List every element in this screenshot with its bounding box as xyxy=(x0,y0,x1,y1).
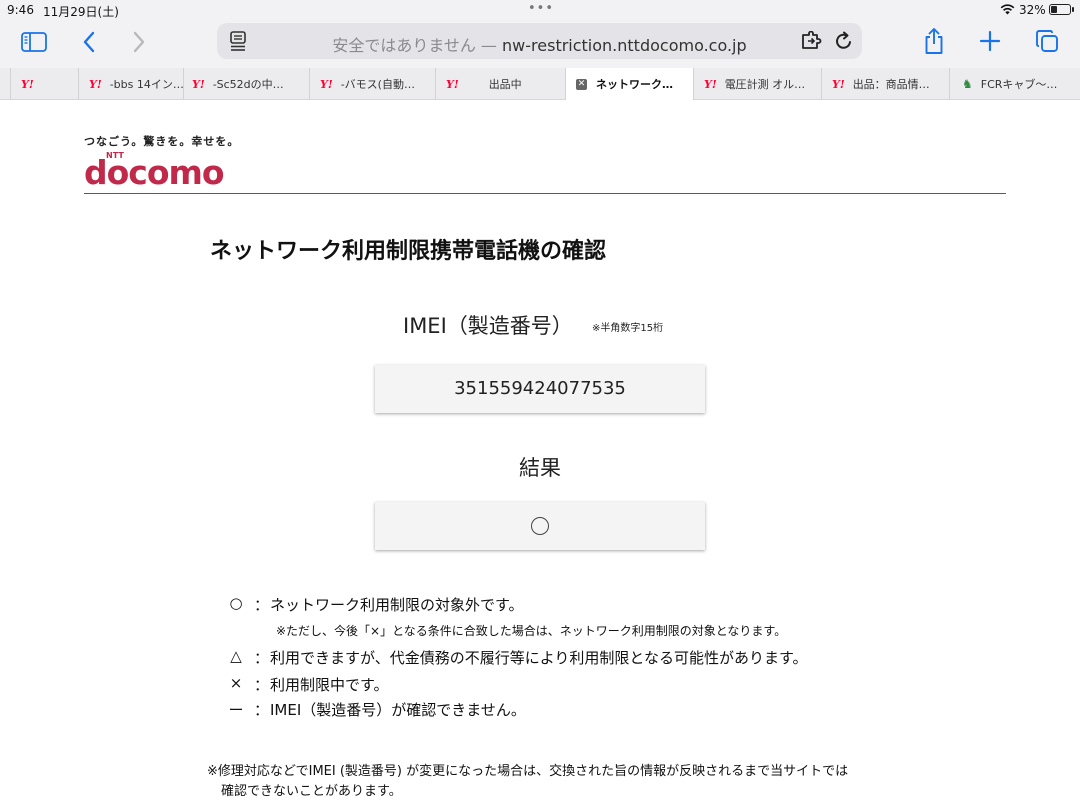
status-bar: 9:46 11月29日(土) ••• 32% xyxy=(0,0,1080,20)
page-content: つなごう。驚きを。幸せを。 NTT docomo ネットワーク利用制限携帯電話機… xyxy=(0,100,1080,810)
battery-nub xyxy=(1072,7,1074,12)
legend-note: ※ただし、今後「×」となる条件に合致した場合は、ネットワーク利用制限の対象となり… xyxy=(276,624,787,638)
tab-item[interactable]: Y! 出品中 xyxy=(435,68,565,100)
circle-result-icon xyxy=(531,517,549,535)
tab-label: FCRキャブ〜… xyxy=(980,78,1058,91)
legend-symbol: ○ xyxy=(229,594,243,612)
yahoo-icon: Y! xyxy=(192,77,205,91)
legend-colon: ： xyxy=(254,676,270,694)
url-domain: nw-restriction.nttdocomo.co.jp xyxy=(502,36,747,55)
result-value-box xyxy=(375,502,705,550)
yahoo-icon: Y! xyxy=(446,77,459,91)
tab-item[interactable]: Y! xyxy=(10,68,78,100)
tab-item[interactable]: Y! -バモス(自動… xyxy=(309,68,435,100)
back-icon[interactable] xyxy=(78,28,100,56)
footnote: ※修理対応などでIMEI (製造番号) が変更になった場合は、交換された旨の情報… xyxy=(207,762,848,802)
logo-text: docomo xyxy=(84,153,224,188)
yahoo-icon: Y! xyxy=(89,77,102,91)
tab-item-active[interactable]: ✕ ネットワーク… xyxy=(565,68,693,100)
extension-icon[interactable] xyxy=(801,30,823,51)
imei-note: ※半角数字15桁 xyxy=(592,323,664,334)
tab-label: -バモス(自動… xyxy=(340,78,415,91)
tab-label: 出品：商品情… xyxy=(852,78,930,91)
legend-text: 利用制限中です。 xyxy=(270,676,389,694)
yahoo-icon: Y! xyxy=(704,77,717,91)
address-bar[interactable]: 安全ではありません — nw-restriction.nttdocomo.co.… xyxy=(217,23,862,59)
legend-symbol: ー xyxy=(228,701,244,719)
result-label: 結果 xyxy=(519,456,561,480)
legend-text: 利用できますが、代金債務の不履行等により利用制限となる可能性があります。 xyxy=(270,649,808,667)
browser-toolbar: 安全ではありません — nw-restriction.nttdocomo.co.… xyxy=(0,20,1080,68)
url-text[interactable]: 安全ではありません — nw-restriction.nttdocomo.co.… xyxy=(217,32,862,56)
yahoo-icon: Y! xyxy=(320,77,333,91)
tab-item[interactable]: Y! 出品：商品情… xyxy=(821,68,949,100)
imei-label: IMEI（製造番号） xyxy=(403,314,573,338)
legend-colon: ： xyxy=(254,701,270,719)
reload-icon[interactable] xyxy=(834,30,854,52)
tab-item[interactable]: Y! -Sc52dの中… xyxy=(183,68,309,100)
status-date: 11月29日(土) xyxy=(43,5,119,19)
tab-overview-icon[interactable] xyxy=(1034,28,1060,54)
tab-label: -Sc52dの中… xyxy=(212,78,284,91)
multitask-dots[interactable]: ••• xyxy=(528,1,554,16)
tab-item[interactable]: ♞ FCRキャブ〜… xyxy=(949,68,1080,100)
footnote-line: ※修理対応などでIMEI (製造番号) が変更になった場合は、交換された旨の情報… xyxy=(207,764,849,779)
tab-label: -bbs 14イン… xyxy=(109,78,183,91)
sidebar-icon[interactable] xyxy=(20,30,48,54)
legend-symbol: × xyxy=(229,674,243,692)
fcr-icon: ♞ xyxy=(962,77,973,91)
brand-tagline: つなごう。驚きを。幸せを。 xyxy=(84,135,240,148)
tab-item[interactable]: Y! 電圧計測 オル… xyxy=(693,68,821,100)
battery-percent: 32% xyxy=(1019,3,1046,17)
legend-symbol: △ xyxy=(230,647,242,665)
imei-value-box: 351559424077535 xyxy=(375,365,705,413)
insecure-warning: 安全ではありません — xyxy=(332,36,497,55)
yahoo-icon: Y! xyxy=(832,77,845,91)
share-icon[interactable] xyxy=(922,26,946,56)
legend-text: IMEI（製造番号）が確認できません。 xyxy=(270,701,526,719)
footnote-line: 確認できないことがあります。 xyxy=(221,784,402,799)
header-divider xyxy=(84,193,1006,194)
tab-label: ネットワーク… xyxy=(596,78,673,91)
legend-colon: ： xyxy=(254,596,270,614)
tab-bar: Y! Y! -bbs 14イン… Y! -Sc52dの中… Y! -バモス(自動… xyxy=(0,68,1080,100)
legend-text: ネットワーク利用制限の対象外です。 xyxy=(270,596,524,614)
tab-label: 電圧計測 オル… xyxy=(724,78,806,91)
yahoo-icon: Y! xyxy=(21,77,34,91)
page-title: ネットワーク利用制限携帯電話機の確認 xyxy=(210,239,607,264)
tab-label: 出品中 xyxy=(488,78,522,91)
legend-colon: ： xyxy=(254,649,270,667)
docomo-logo[interactable]: NTT docomo xyxy=(84,148,226,192)
new-tab-icon[interactable] xyxy=(978,28,1002,54)
forward-icon[interactable] xyxy=(128,28,150,56)
close-tab-icon[interactable]: ✕ xyxy=(576,78,587,90)
tab-item[interactable]: Y! -bbs 14イン… xyxy=(78,68,183,100)
battery-icon xyxy=(1049,4,1071,15)
status-time: 9:46 xyxy=(7,3,34,17)
wifi-icon xyxy=(1000,3,1015,18)
